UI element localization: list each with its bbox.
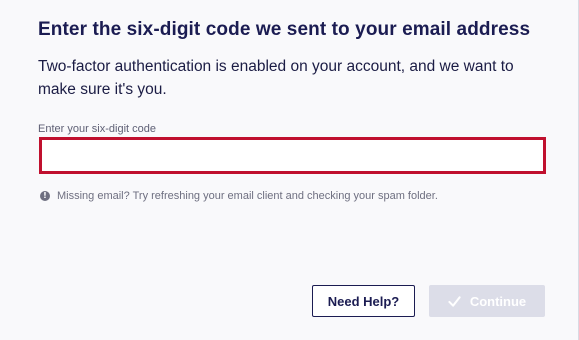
hint-text: Missing email? Try refreshing your email…: [57, 190, 438, 202]
spam-hint: ! Missing email? Try refreshing your ema…: [40, 190, 438, 202]
need-help-label: Need Help?: [327, 293, 400, 309]
info-icon: !: [40, 191, 50, 201]
continue-label: Continue: [469, 293, 527, 309]
code-field-label: Enter your six-digit code: [38, 123, 156, 135]
continue-button[interactable]: Continue: [429, 285, 545, 317]
code-input[interactable]: [39, 137, 546, 174]
dialog-title: Enter the six-digit code we sent to your…: [38, 19, 531, 40]
two-factor-dialog: Enter the six-digit code we sent to your…: [0, 0, 579, 340]
need-help-button[interactable]: Need Help?: [312, 285, 415, 317]
check-icon: [448, 295, 461, 307]
dialog-subtitle: Two-factor authentication is enabled on …: [38, 58, 514, 98]
